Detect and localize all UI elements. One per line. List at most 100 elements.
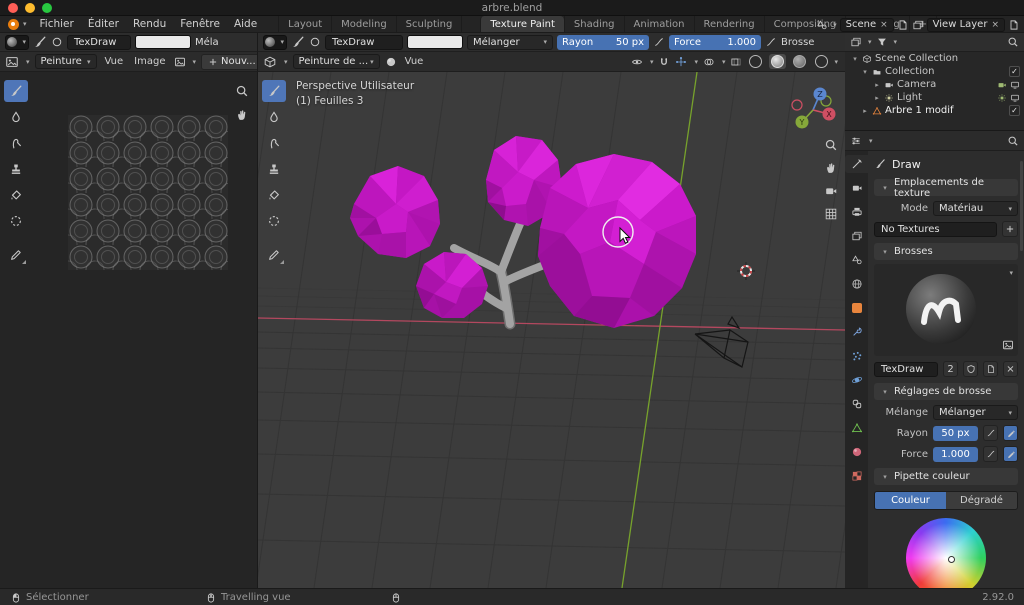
- camera-view-icon[interactable]: [824, 184, 838, 198]
- editor-type-icon[interactable]: [850, 135, 862, 147]
- texture-mode-dropdown[interactable]: Matériau ▾: [933, 201, 1018, 216]
- workspace-tab-texture-paint[interactable]: Texture Paint: [480, 16, 564, 32]
- brush-popover-label[interactable]: Brosse: [781, 37, 814, 48]
- tab-tool[interactable]: [845, 155, 868, 173]
- radius-pressure-icon[interactable]: [653, 36, 665, 48]
- brush-image-icon[interactable]: [1002, 339, 1014, 351]
- tool-smear[interactable]: [262, 132, 286, 154]
- menu-editer[interactable]: Éditer: [81, 16, 126, 32]
- brush-tip-icon[interactable]: [309, 36, 321, 48]
- viewport-3d[interactable]: Z X Y Perspective Utilisateur (1) Feuill…: [258, 72, 845, 588]
- duplicate-brush-icon[interactable]: [983, 361, 998, 377]
- xray-toggle-icon[interactable]: [730, 56, 742, 68]
- fake-user-shield-icon[interactable]: [963, 361, 978, 377]
- gizmos-icon[interactable]: [675, 56, 687, 68]
- tab-texture[interactable]: [845, 467, 868, 485]
- overlays-icon[interactable]: [703, 56, 715, 68]
- brush-preview-panel[interactable]: ▾: [874, 264, 1018, 356]
- shading-material-toggle[interactable]: [791, 54, 808, 69]
- blend-mode-dropdown[interactable]: Mélanger ▾: [467, 35, 553, 50]
- render-visibility-icon[interactable]: [1010, 93, 1020, 103]
- close-window-button[interactable]: [8, 3, 18, 13]
- color-wheel[interactable]: [906, 518, 986, 588]
- texture-preview[interactable]: [68, 115, 228, 270]
- unlink-scene-button[interactable]: ×: [880, 20, 888, 30]
- tab-render[interactable]: [845, 179, 868, 197]
- snap-magnet-icon[interactable]: [658, 56, 670, 68]
- filter-funnel-icon[interactable]: [876, 36, 888, 48]
- menu-fichier[interactable]: Fichier: [33, 16, 81, 32]
- disclosure-icon[interactable]: ▸: [873, 94, 881, 102]
- outliner-row-camera[interactable]: ▸ Camera: [845, 78, 1024, 91]
- gizmo-neg-x[interactable]: [792, 100, 802, 110]
- disclosure-icon[interactable]: ▸: [873, 81, 881, 89]
- paint-color-swatch[interactable]: [407, 35, 463, 49]
- properties-scrollbar[interactable]: [1020, 161, 1023, 251]
- tool-clone[interactable]: [262, 158, 286, 180]
- texture-slot-field[interactable]: No Textures: [874, 222, 997, 237]
- zoom-icon[interactable]: [235, 84, 249, 98]
- search-icon[interactable]: [1007, 36, 1019, 48]
- tab-particles[interactable]: [845, 347, 868, 365]
- section-color-picker[interactable]: ▾ Pipette couleur: [874, 468, 1018, 485]
- tab-couleur[interactable]: Couleur: [875, 492, 946, 509]
- scene-selector[interactable]: Scene ×: [840, 18, 894, 32]
- tool-annotate[interactable]: [262, 244, 286, 266]
- new-scene-icon[interactable]: [897, 19, 909, 31]
- unlink-brush-button[interactable]: ×: [1003, 361, 1018, 377]
- tab-output[interactable]: [845, 203, 868, 221]
- pan-hand-icon[interactable]: [824, 161, 838, 175]
- brush-name-field[interactable]: TexDraw: [874, 362, 938, 377]
- visibility-eye-icon[interactable]: [631, 56, 643, 68]
- workspace-tab-uv-editing[interactable]: [461, 16, 480, 32]
- radius-pressure-icon[interactable]: [983, 425, 998, 441]
- tab-object-data[interactable]: [845, 419, 868, 437]
- tab-modifiers[interactable]: [845, 323, 868, 341]
- tool-draw[interactable]: [4, 80, 28, 102]
- blend-mode-dropdown-partial[interactable]: Méla: [195, 37, 219, 48]
- editor-type-icon[interactable]: [5, 55, 19, 69]
- editor-type-icon[interactable]: [263, 55, 277, 69]
- brush-preview-dropdown[interactable]: ▾: [5, 35, 29, 50]
- tab-physics[interactable]: [845, 371, 868, 389]
- blend-dropdown[interactable]: Mélanger ▾: [933, 405, 1018, 420]
- minimize-window-button[interactable]: [25, 3, 35, 13]
- tool-fill[interactable]: [262, 184, 286, 206]
- shading-solid-toggle[interactable]: [769, 54, 786, 69]
- section-brushes[interactable]: ▾ Brosses: [874, 243, 1018, 260]
- menu-aide[interactable]: Aide: [227, 16, 264, 32]
- strength-pressure-icon[interactable]: [765, 36, 777, 48]
- new-image-button[interactable]: Nouv...: [201, 54, 258, 70]
- disclosure-icon[interactable]: ▾: [861, 68, 869, 76]
- tab-material[interactable]: [845, 443, 868, 461]
- ortho-grid-icon[interactable]: [824, 207, 838, 221]
- tab-scene[interactable]: [845, 251, 868, 269]
- editor-type-icon[interactable]: [850, 36, 862, 48]
- collection-checkbox[interactable]: ✓: [1009, 66, 1020, 77]
- brush-tip-icon[interactable]: [51, 36, 63, 48]
- workspace-tab-animation[interactable]: Animation: [624, 16, 694, 32]
- outliner-row-light[interactable]: ▸ Light: [845, 91, 1024, 104]
- tab-object[interactable]: [845, 299, 868, 317]
- strength-pressure-icon[interactable]: [983, 446, 998, 462]
- image-mode-dropdown[interactable]: Peinture ▾: [35, 54, 97, 69]
- image-browse-icon[interactable]: [174, 56, 186, 68]
- fullscreen-window-button[interactable]: [42, 3, 52, 13]
- tab-world[interactable]: [845, 275, 868, 293]
- tab-degrade[interactable]: Dégradé: [946, 492, 1017, 509]
- tool-draw[interactable]: [262, 80, 286, 102]
- radius-slider[interactable]: 50 px: [933, 426, 978, 441]
- add-texture-slot-button[interactable]: [1002, 221, 1018, 237]
- tool-soften[interactable]: [4, 106, 28, 128]
- new-view-layer-icon[interactable]: [1008, 19, 1020, 31]
- tool-smear[interactable]: [4, 132, 28, 154]
- search-icon[interactable]: [1007, 135, 1019, 147]
- outliner-row-arbre[interactable]: ▸ Arbre 1 modif ✓: [845, 104, 1024, 117]
- chevron-down-icon[interactable]: ▾: [1009, 269, 1013, 277]
- section-texture-slots[interactable]: ▾ Emplacements de texture: [874, 179, 1018, 196]
- outliner-row-collection[interactable]: ▾ Collection ✓: [845, 65, 1024, 78]
- strength-slider[interactable]: 1.000: [933, 447, 978, 462]
- menu-fenetre[interactable]: Fenêtre: [173, 16, 227, 32]
- brush-name-field[interactable]: TexDraw: [325, 35, 403, 50]
- interaction-mode-dropdown[interactable]: Peinture de ... ▾: [293, 54, 380, 69]
